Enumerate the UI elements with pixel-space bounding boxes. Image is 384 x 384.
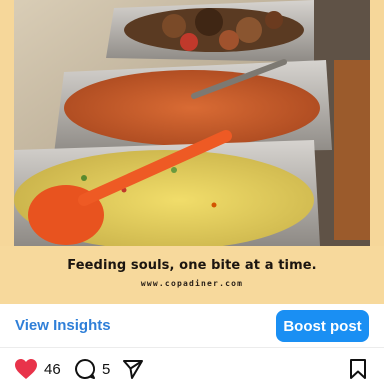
bookmark-icon — [348, 358, 368, 380]
like-count: 46 — [44, 360, 61, 378]
post-actions: 46 5 — [0, 350, 384, 384]
comment-count: 5 — [102, 360, 111, 378]
like-button[interactable]: 46 — [14, 358, 61, 380]
insights-bar: View Insights Boost post — [0, 304, 384, 348]
view-insights-link[interactable]: View Insights — [15, 317, 111, 334]
share-icon — [122, 358, 144, 380]
food-photo — [14, 0, 370, 246]
comment-button[interactable]: 5 — [74, 358, 110, 380]
post-media[interactable]: Feeding souls, one bite at a time. www.c… — [0, 0, 384, 304]
comment-icon — [74, 358, 96, 380]
post-tagline: Feeding souls, one bite at a time. — [67, 258, 317, 273]
boost-post-button[interactable]: Boost post — [276, 310, 369, 342]
save-button[interactable] — [348, 358, 368, 380]
caption-banner — [0, 246, 384, 304]
post-website: www.copadiner.com — [140, 279, 244, 288]
heart-icon — [14, 358, 38, 380]
share-button[interactable] — [122, 358, 144, 380]
